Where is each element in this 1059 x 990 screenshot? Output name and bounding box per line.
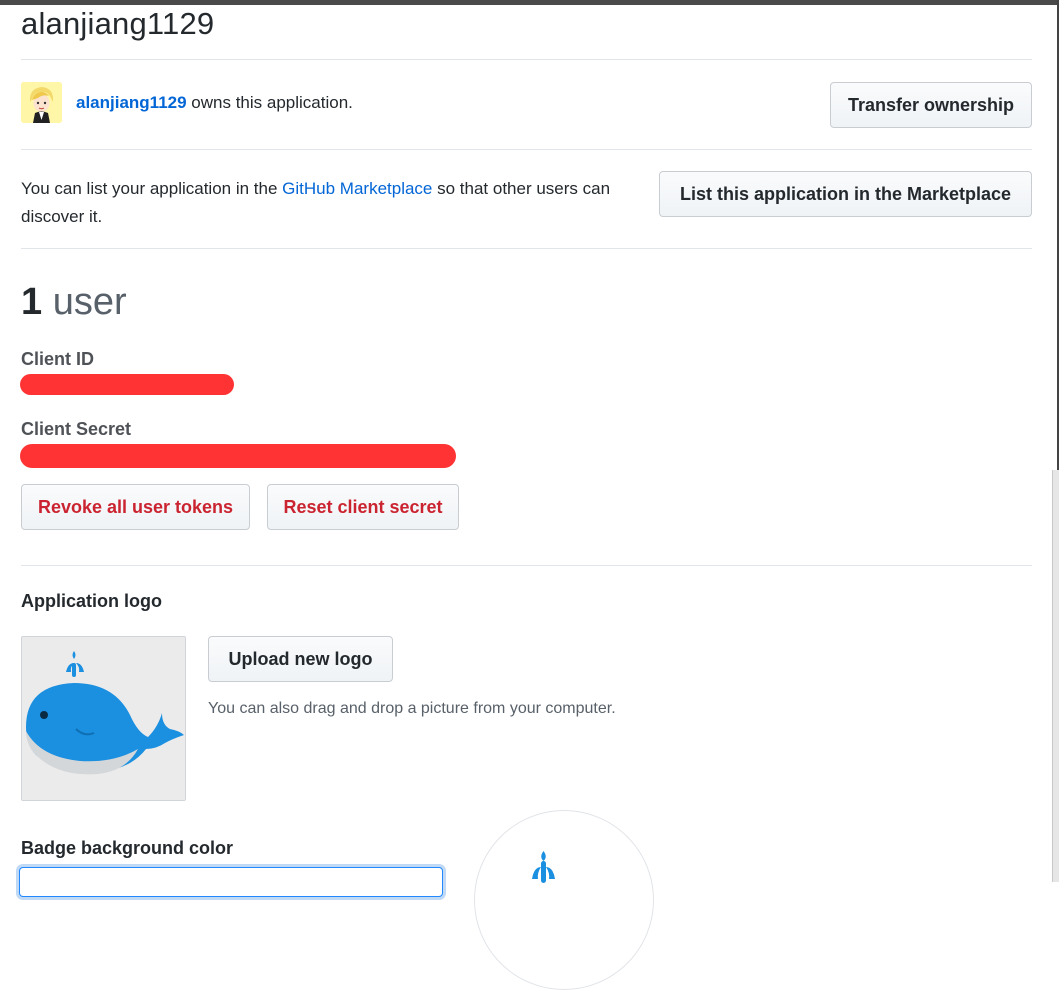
divider bbox=[21, 149, 1032, 150]
avatar-image bbox=[21, 82, 62, 123]
reset-client-secret-button[interactable]: Reset client secret bbox=[267, 484, 459, 530]
client-id-label: Client ID bbox=[21, 349, 95, 369]
divider bbox=[21, 565, 1032, 566]
list-in-marketplace-button[interactable]: List this application in the Marketplace bbox=[659, 171, 1032, 217]
client-id-redaction bbox=[20, 374, 234, 395]
upload-new-logo-button[interactable]: Upload new logo bbox=[208, 636, 393, 682]
owner-suffix: owns this application. bbox=[186, 93, 353, 112]
transfer-ownership-button[interactable]: Transfer ownership bbox=[830, 82, 1032, 128]
scrollbar[interactable] bbox=[1052, 470, 1059, 882]
revoke-all-user-tokens-button[interactable]: Revoke all user tokens bbox=[21, 484, 250, 530]
divider bbox=[21, 59, 1032, 60]
application-logo-heading: Application logo bbox=[21, 591, 162, 611]
client-secret-redaction bbox=[20, 444, 456, 468]
owner-avatar[interactable] bbox=[21, 82, 62, 123]
upload-hint: You can also drag and drop a picture fro… bbox=[208, 700, 616, 717]
badge-color-input[interactable] bbox=[19, 867, 443, 897]
owner-username-link[interactable]: alanjiang1129 bbox=[76, 93, 187, 112]
divider bbox=[21, 248, 1032, 249]
whale-spout-icon bbox=[532, 851, 555, 883]
owner-statement: alanjiang1129 owns this application. bbox=[76, 93, 353, 113]
application-logo-preview bbox=[21, 636, 186, 801]
github-marketplace-link[interactable]: GitHub Marketplace bbox=[282, 179, 432, 198]
badge-background-color-heading: Badge background color bbox=[21, 838, 234, 858]
marketplace-description: You can list your application in the Git… bbox=[21, 175, 661, 231]
window-top-bar bbox=[0, 0, 1059, 5]
user-count-label: user bbox=[52, 281, 127, 323]
user-count: 1 user bbox=[21, 281, 127, 324]
badge-preview bbox=[474, 810, 654, 990]
client-secret-label: Client Secret bbox=[21, 419, 132, 439]
marketplace-text-before: You can list your application in the bbox=[21, 179, 283, 198]
user-count-number: 1 bbox=[21, 281, 43, 323]
page-title: alanjiang1129 bbox=[21, 6, 215, 41]
whale-icon bbox=[26, 651, 184, 775]
